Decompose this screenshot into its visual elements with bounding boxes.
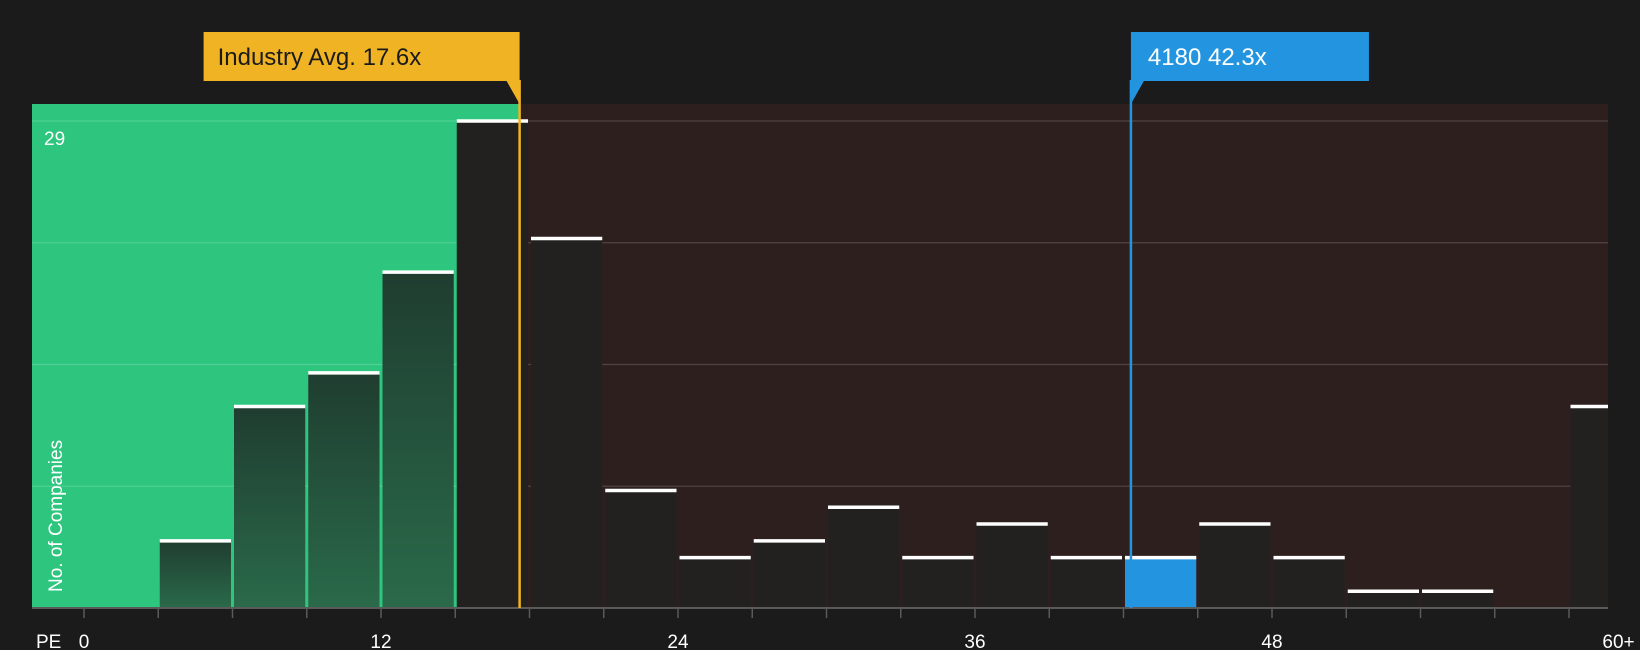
histogram-bar (382, 272, 454, 608)
histogram-bar (976, 524, 1048, 608)
histogram-bar (679, 557, 751, 608)
histogram-bar (1273, 557, 1345, 608)
x-tick-label: 48 (1261, 632, 1282, 650)
histogram-bar (1050, 557, 1122, 608)
histogram-bar (308, 372, 380, 608)
histogram-bar (1570, 406, 1608, 608)
histogram-bar (1422, 591, 1494, 608)
pe-distribution-chart: 0 12 24 36 48 60+ 29 No. of Companies PE Indu… (0, 0, 1640, 650)
x-tick-label: 0 (79, 632, 90, 650)
y-max-label: 29 (44, 129, 65, 150)
histogram-bar (1347, 591, 1419, 608)
company-pe-label: 4180 42.3x (1148, 44, 1267, 71)
x-axis-label: PE (36, 632, 61, 650)
histogram-bar (1125, 557, 1197, 608)
histogram-bar (902, 557, 974, 608)
histogram-bar (234, 406, 306, 608)
x-tick-label: 12 (370, 632, 391, 650)
histogram-bar (605, 490, 677, 608)
histogram-bar (531, 238, 603, 608)
x-tick-label: 24 (667, 632, 689, 650)
histogram-bar (828, 507, 900, 608)
histogram-bar (753, 540, 825, 608)
histogram-bar (159, 540, 231, 608)
overvalued-zone (519, 104, 1608, 608)
histogram-bar (1199, 524, 1271, 608)
x-tick-label: 60+ (1602, 632, 1634, 650)
industry-average-label: Industry Avg. 17.6x (218, 44, 422, 71)
histogram-bar (456, 121, 528, 608)
y-axis-label: No. of Companies (46, 440, 67, 592)
x-tick-label: 36 (964, 632, 985, 650)
